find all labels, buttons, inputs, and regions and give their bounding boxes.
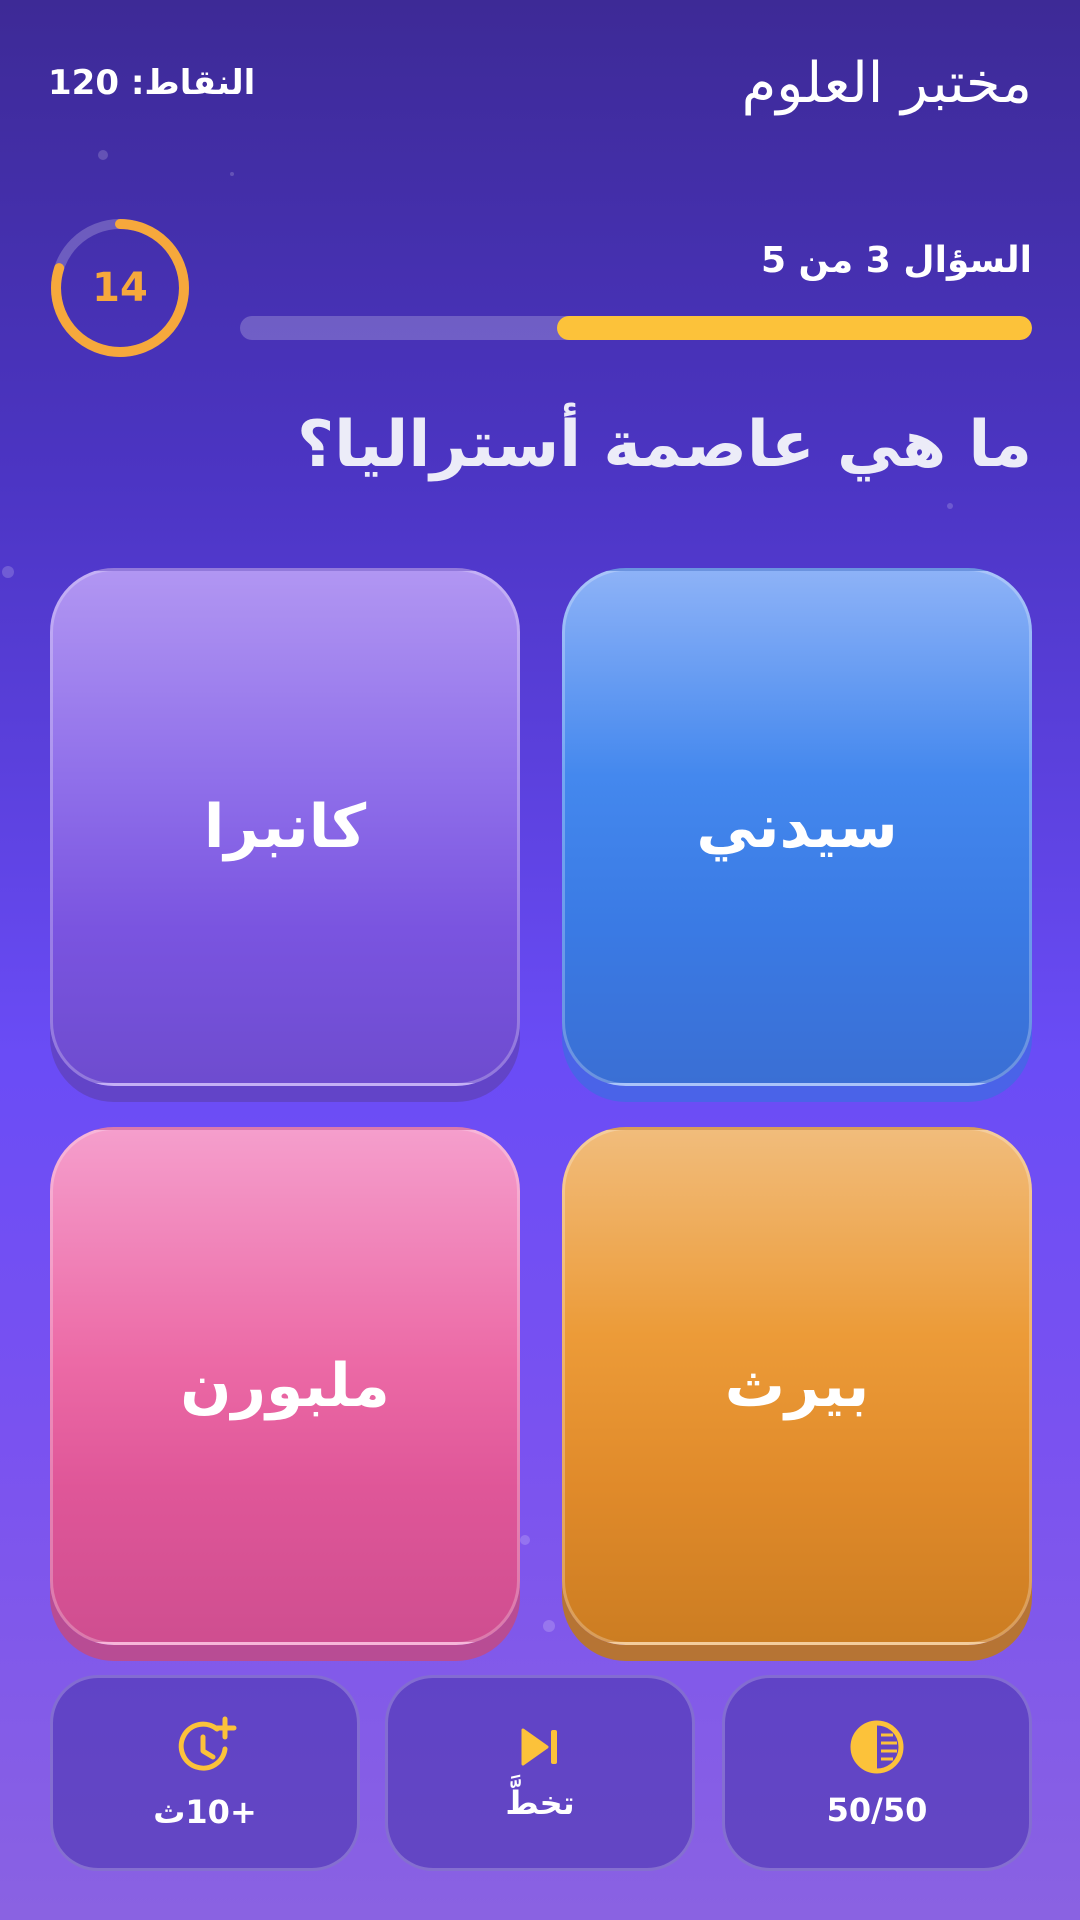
decor-dot xyxy=(543,1620,555,1632)
decor-dot xyxy=(520,1535,530,1545)
answer-option-4[interactable]: ملبورن xyxy=(50,1127,520,1645)
question-counter: السؤال 3 من 5 xyxy=(760,240,1032,281)
answer-label: بيرث xyxy=(724,1351,870,1421)
decor-dot xyxy=(98,150,108,160)
lifeline-label: 50/50 xyxy=(826,1791,928,1829)
decor-dot xyxy=(947,503,953,509)
lifeline-50-50-button[interactable]: 50/50 xyxy=(722,1675,1032,1871)
top-bar: النقاط: 120 مختبر العلوم xyxy=(48,48,1032,118)
decor-dot xyxy=(230,172,234,176)
lifeline-label: تخطَّ xyxy=(505,1784,575,1822)
lifeline-skip-button[interactable]: تخطَّ xyxy=(385,1675,695,1871)
question-text: ما هي عاصمة أستراليا؟ xyxy=(297,408,1032,482)
lifeline-label: +10ث xyxy=(153,1793,257,1831)
clock-plus-icon xyxy=(178,1716,237,1771)
progress-fill xyxy=(556,316,1032,340)
timer-seconds: 14 xyxy=(92,265,148,311)
answer-label: سيدني xyxy=(696,792,898,862)
decor-dot xyxy=(2,566,14,578)
countdown-timer: 14 xyxy=(50,218,190,358)
lifeline-add-time-button[interactable]: +10ث xyxy=(50,1675,360,1871)
skip-icon xyxy=(521,1728,557,1766)
answer-option-1[interactable]: سيدني xyxy=(562,568,1032,1086)
app-title: مختبر العلوم xyxy=(741,50,1032,116)
question-progress-bar xyxy=(240,316,1032,340)
answer-option-3[interactable]: بيرث xyxy=(562,1127,1032,1645)
half-circle-icon xyxy=(850,1720,904,1774)
score-label: النقاط: 120 xyxy=(48,63,256,103)
answer-label: ملبورن xyxy=(180,1351,390,1421)
answer-option-2[interactable]: كانبرا xyxy=(50,568,520,1086)
answer-label: كانبرا xyxy=(203,792,367,862)
